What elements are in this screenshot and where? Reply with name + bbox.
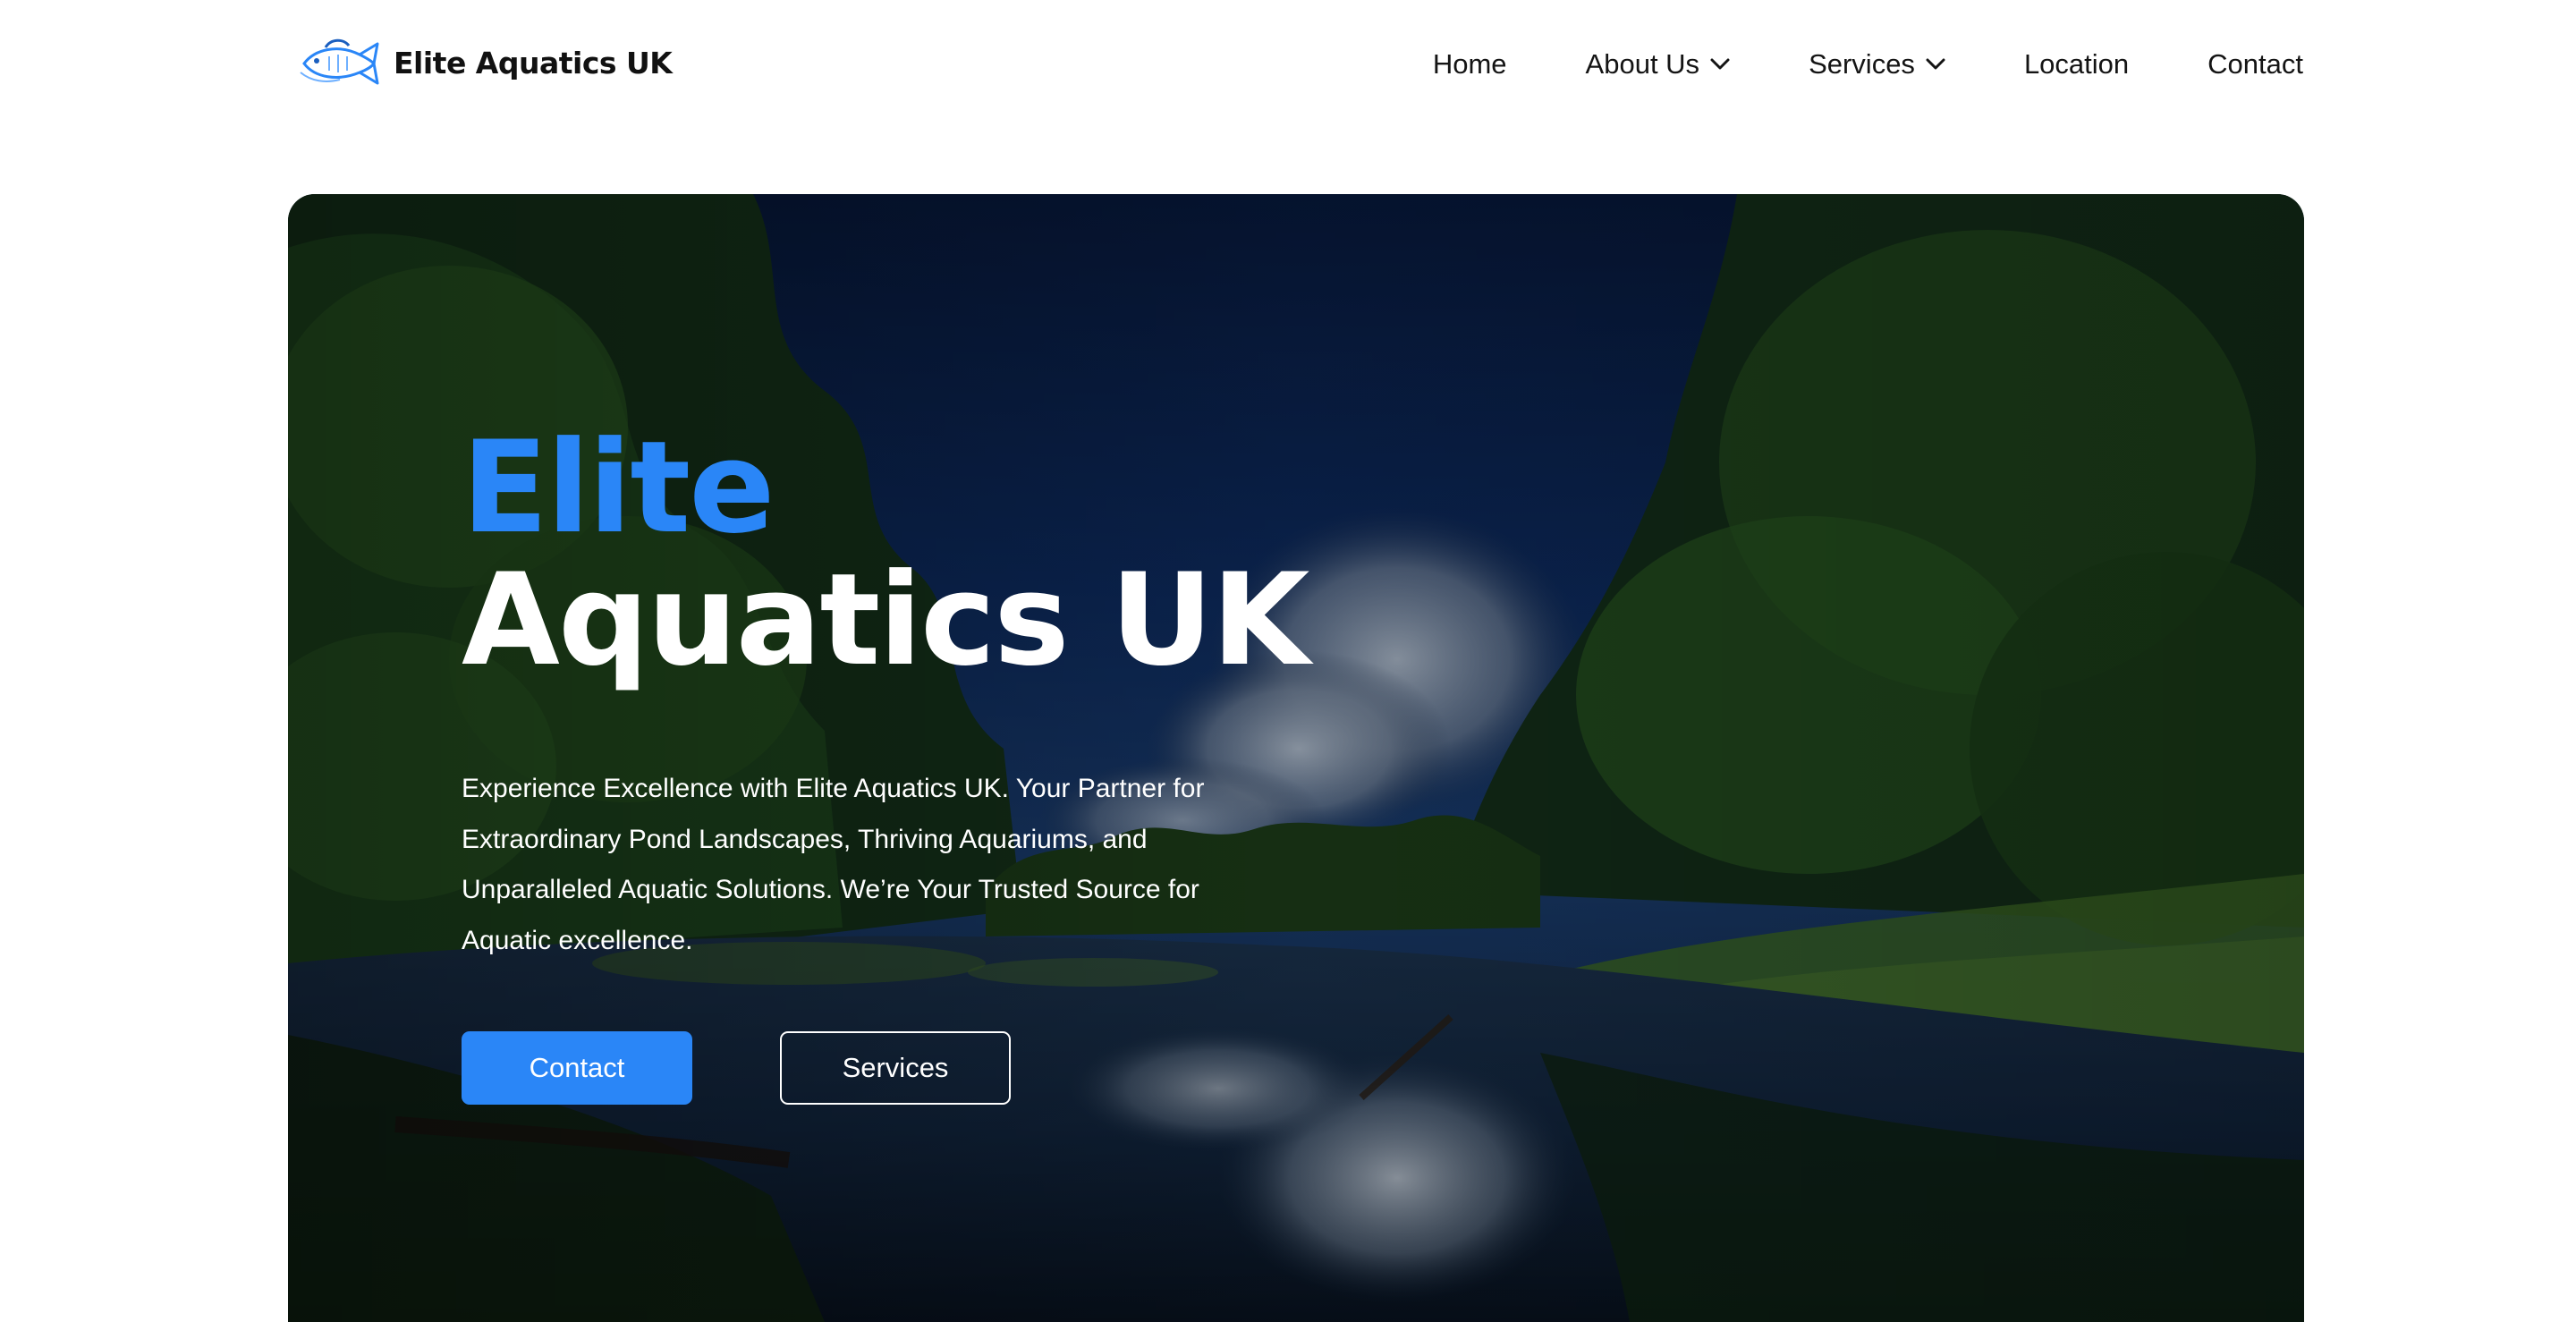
nav-item-label: About Us xyxy=(1585,48,1700,80)
contact-button-label: Contact xyxy=(529,1052,625,1083)
site-header: Elite Aquatics UK Home About Us Services… xyxy=(0,0,2576,129)
nav-item-label: Services xyxy=(1809,48,1915,80)
nav-item-services[interactable]: Services xyxy=(1809,48,1945,81)
nav-item-about-us[interactable]: About Us xyxy=(1586,48,1731,81)
services-button-label: Services xyxy=(842,1052,949,1083)
brand-logo-link[interactable]: Elite Aquatics UK xyxy=(299,34,673,91)
chevron-down-icon xyxy=(1926,58,1945,70)
nav-item-contact[interactable]: Contact xyxy=(2207,48,2303,81)
hero-description: Experience Excellence with Elite Aquatic… xyxy=(462,774,1205,955)
hero-title-accent: Elite xyxy=(462,414,775,562)
nav-item-label: Contact xyxy=(2207,48,2303,80)
nav-item-label: Location xyxy=(2023,48,2130,80)
services-button[interactable]: Services xyxy=(780,1031,1011,1105)
contact-button[interactable]: Contact xyxy=(462,1031,692,1105)
hero-content: Elite Aquatics UK Experience Excellence … xyxy=(462,422,1356,966)
nav-item-location[interactable]: Location xyxy=(2024,48,2129,81)
hero-title: Elite Aquatics UK xyxy=(462,422,1356,687)
nav-item-home[interactable]: Home xyxy=(1433,48,1507,81)
nav-item-label: Home xyxy=(1432,48,1507,80)
hero-section: Elite Aquatics UK Experience Excellence … xyxy=(288,194,2304,1322)
hero-buttons: Contact Services xyxy=(462,1031,1011,1105)
hero-title-main: Aquatics UK xyxy=(462,547,1309,694)
fish-logo-icon xyxy=(300,38,379,85)
brand-name: Elite Aquatics UK xyxy=(394,45,673,81)
main-nav: Home About Us Services Location Contact xyxy=(1433,0,2303,129)
chevron-down-icon xyxy=(1710,58,1730,70)
